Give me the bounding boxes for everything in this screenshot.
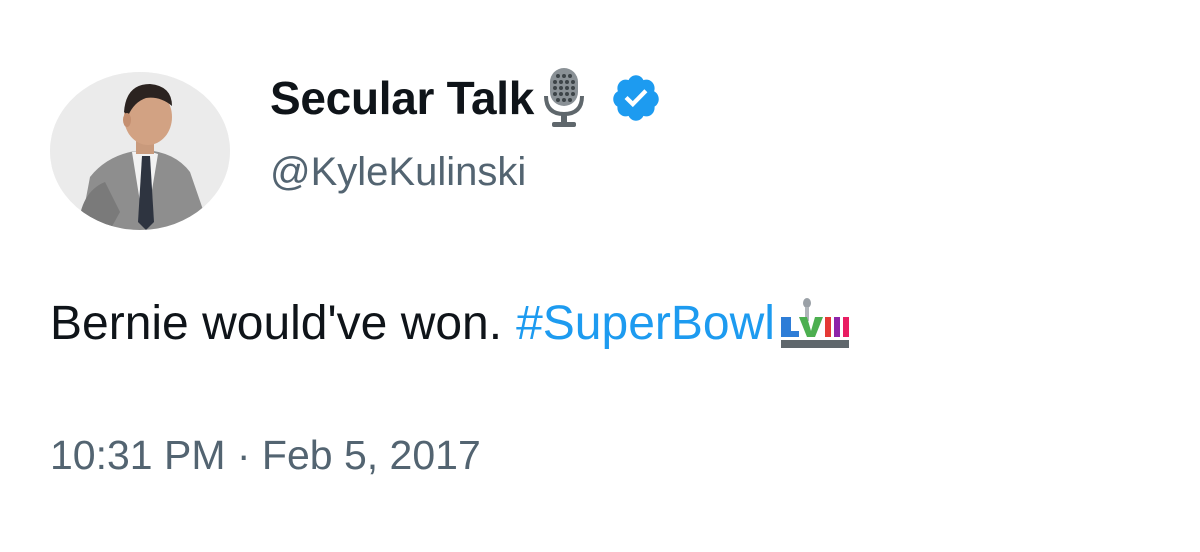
author-handle[interactable]: @KyleKulinski	[270, 150, 526, 195]
super-bowl-icon	[777, 297, 853, 351]
tweet-text: Bernie would've won. #SuperBowl	[50, 296, 853, 351]
microphone-icon	[540, 66, 588, 130]
hashtag-link[interactable]: #SuperBowl	[516, 296, 775, 351]
verified-badge-icon[interactable]	[610, 72, 662, 124]
avatar-image	[50, 72, 230, 230]
avatar[interactable]	[50, 72, 230, 230]
tweet-timestamp[interactable]: 10:31 PM · Feb 5, 2017	[50, 432, 481, 479]
tweet-body: Bernie would've won.	[50, 297, 503, 350]
author-name-row[interactable]: Secular Talk	[270, 66, 662, 130]
tweet-card: Secular Talk @KyleKulinski Bernie would'…	[0, 0, 1200, 552]
display-name[interactable]: Secular Talk	[270, 71, 534, 125]
